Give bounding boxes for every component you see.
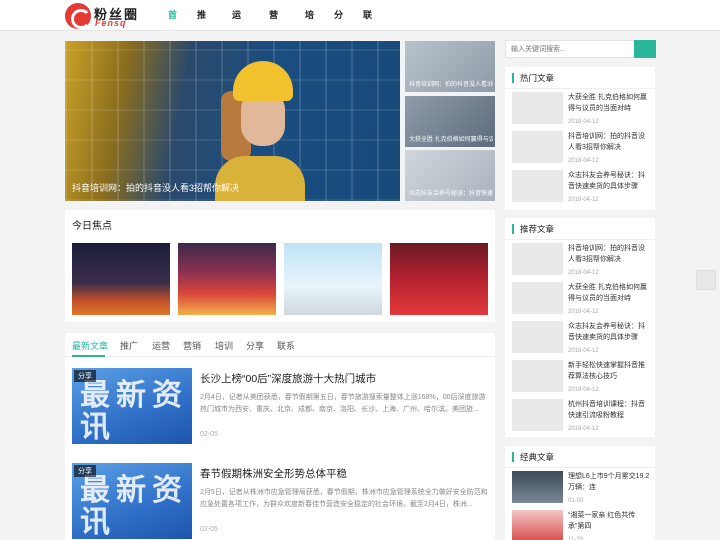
news-tabs: 最新文章 推广 运营 营销 培训 分享 联系 [65, 333, 495, 357]
side-thumb-caption: 大获全胜 扎克伯格如何赢得与议员的当面对峙 [409, 137, 493, 143]
item-title[interactable]: “湘菜一家亲 红色共传承”第四 [568, 510, 650, 532]
focus-image[interactable] [72, 243, 170, 315]
item-thumbnail[interactable] [512, 92, 563, 124]
section-title: 推荐文章 [512, 224, 554, 234]
article-summary: 2月5日，记者从株洲市应急管理局获悉，春节假期，株洲市应急管理系统全力做好安全防… [200, 489, 488, 508]
tab-active-indicator [72, 355, 105, 357]
item-thumbnail[interactable] [512, 243, 563, 275]
side-thumb[interactable]: 抖音培训网：拍的抖音没人看3招帮你解决 [405, 41, 495, 92]
item-date: 2018-04-12 [568, 119, 599, 125]
item-thumbnail[interactable] [512, 170, 563, 202]
section-title: 热门文章 [512, 73, 554, 83]
list-item[interactable]: “湘菜一家亲 红色共传承”第四 11-29 [512, 510, 652, 540]
category-tag: 分享 [74, 370, 96, 382]
hero-person-image [215, 61, 305, 201]
tab-promotion[interactable]: 推广 [120, 339, 138, 352]
tab-latest[interactable]: 最新文章 [72, 339, 108, 352]
section-title: 今日焦点 [72, 221, 112, 232]
focus-image[interactable] [390, 243, 488, 315]
article-thumbnail[interactable]: 最新资讯 分享 [72, 368, 192, 444]
latest-news-panel: 最新文章 推广 运营 营销 培训 分享 联系 最新资讯 分享 长沙上榜“00后”… [65, 333, 495, 540]
item-date: 2018-04-12 [568, 197, 599, 203]
article-title[interactable]: 长沙上榜“00后”深度旅游十大热门城市 [200, 371, 376, 386]
side-thumb[interactable]: 众志抖友会养号秘诀：抖音快速卖货的具体步骤 [405, 150, 495, 201]
item-title[interactable]: 大获全胜 扎克伯格如何赢得与议员的当面对峙 [568, 92, 650, 114]
list-item[interactable]: 众志抖友会养号秘诀：抖音快速卖货的具体步骤 2018-04-12 [512, 321, 652, 359]
article-thumbnail[interactable]: 最新资讯 分享 [72, 463, 192, 539]
item-thumbnail[interactable] [512, 399, 563, 431]
article-title[interactable]: 春节假期株洲安全形势总体平稳 [200, 466, 347, 481]
tab-share[interactable]: 分享 [246, 339, 264, 352]
article-item[interactable]: 最新资讯 分享 春节假期株洲安全形势总体平稳 2月5日，记者从株洲市应急管理局获… [72, 463, 492, 539]
item-thumbnail[interactable] [512, 360, 563, 392]
item-title[interactable]: 众志抖友会养号秘诀：抖音快速卖货的具体步骤 [568, 321, 650, 343]
today-focus-panel: 今日焦点 [65, 210, 495, 322]
tab-marketing[interactable]: 营销 [183, 339, 201, 352]
side-thumb[interactable]: 大获全胜 扎克伯格如何赢得与议员的当面对峙 [405, 96, 495, 147]
item-thumbnail[interactable] [512, 321, 563, 353]
tab-contact[interactable]: 联系 [277, 339, 295, 352]
search-input[interactable] [506, 41, 634, 57]
focus-image[interactable] [178, 243, 276, 315]
item-thumbnail[interactable] [512, 282, 563, 314]
article-item[interactable]: 最新资讯 分享 长沙上榜“00后”深度旅游十大热门城市 2月4日，记者从美团获悉… [72, 368, 492, 444]
hero-caption[interactable]: 抖音培训网：拍的抖音没人看3招帮你解决 [72, 181, 239, 194]
search-box [505, 40, 656, 58]
item-date: 2018-04-12 [568, 158, 599, 164]
logo-mark-icon [65, 3, 91, 29]
divider [505, 467, 655, 468]
section-title: 经典文章 [512, 452, 554, 462]
hero-banner[interactable]: 抖音培训网：拍的抖音没人看3招帮你解决 [65, 41, 400, 201]
item-date: 2018-04-12 [568, 309, 599, 315]
list-item[interactable]: 抖音培训网：拍的抖音没人看3招帮你解决 2018-04-12 [512, 243, 652, 281]
logo-subtext: Fensq [95, 18, 127, 28]
back-to-top-button[interactable] [696, 270, 716, 290]
list-item[interactable]: 新手轻松快速掌握抖音推荐算法核心技巧 2018-04-12 [512, 360, 652, 398]
item-date: 2018-04-12 [568, 270, 599, 276]
divider [505, 239, 655, 240]
item-thumbnail[interactable] [512, 131, 563, 163]
list-item[interactable]: 抖音培训网：拍的抖音没人看3招帮你解决 2018-04-12 [512, 131, 652, 169]
site-logo[interactable]: 粉丝圈 Fensq [65, 3, 145, 29]
thumbnail-text: 最新资讯 [80, 378, 188, 444]
item-date: 01-03 [568, 498, 584, 504]
thumbnail-text: 最新资讯 [80, 473, 188, 539]
list-item[interactable]: 大获全胜 扎克伯格如何赢得与议员的当面对峙 2018-04-12 [512, 282, 652, 320]
side-thumb-caption: 抖音培训网：拍的抖音没人看3招帮你解决 [409, 82, 493, 88]
side-thumb-caption: 众志抖友会养号秘诀：抖音快速卖货的具体步骤 [409, 191, 493, 197]
item-title[interactable]: 新手轻松快速掌握抖音推荐算法核心技巧 [568, 360, 650, 382]
site-header: 粉丝圈 Fensq 首页 推广 运营 营销 培训 分享 联系 [0, 0, 720, 51]
list-item[interactable]: 杭州抖音培训课程：抖音快速引流吸粉教程 2018-04-12 [512, 399, 652, 437]
recommended-articles-panel: 推荐文章 抖音培训网：拍的抖音没人看3招帮你解决 2018-04-12 大获全胜… [505, 218, 655, 437]
tab-training[interactable]: 培训 [215, 339, 233, 352]
article-date: 02-05 [200, 431, 218, 438]
list-item[interactable]: 大获全胜 扎克伯格如何赢得与议员的当面对峙 2018-04-12 [512, 92, 652, 130]
tab-operation[interactable]: 运营 [152, 339, 170, 352]
article-date: 02-05 [200, 526, 218, 533]
item-title[interactable]: 大获全胜 扎克伯格如何赢得与议员的当面对峙 [568, 282, 650, 304]
list-item[interactable]: 众志抖友会养号秘诀：抖音快速卖货的具体步骤 2018-04-12 [512, 170, 652, 208]
classic-articles-panel: 经典文章 理想L6上市9个月累交19.2万辆：连 01-03 “湘菜一家亲 红色… [505, 446, 655, 540]
hot-articles-panel: 热门文章 大获全胜 扎克伯格如何赢得与议员的当面对峙 2018-04-12 抖音… [505, 67, 655, 210]
divider [505, 88, 655, 89]
item-title[interactable]: 杭州抖音培训课程：抖音快速引流吸粉教程 [568, 399, 650, 421]
item-title[interactable]: 抖音培训网：拍的抖音没人看3招帮你解决 [568, 243, 650, 265]
item-date: 2018-04-12 [568, 348, 599, 354]
item-thumbnail[interactable] [512, 510, 563, 540]
article-summary: 2月4日，记者从美团获悉，春节假期第五日，春节旅游搜索量整体上涨168%，00后… [200, 394, 486, 413]
item-title[interactable]: 抖音培训网：拍的抖音没人看3招帮你解决 [568, 131, 650, 153]
focus-image[interactable] [284, 243, 382, 315]
item-title[interactable]: 众志抖友会养号秘诀：抖音快速卖货的具体步骤 [568, 170, 650, 192]
item-date: 2018-04-12 [568, 387, 599, 393]
search-button[interactable] [634, 40, 656, 58]
list-item[interactable]: 理想L6上市9个月累交19.2万辆：连 01-03 [512, 471, 652, 509]
item-date: 2018-04-12 [568, 426, 599, 432]
item-title[interactable]: 理想L6上市9个月累交19.2万辆：连 [568, 471, 650, 493]
category-tag: 分享 [74, 465, 96, 477]
item-thumbnail[interactable] [512, 471, 563, 503]
